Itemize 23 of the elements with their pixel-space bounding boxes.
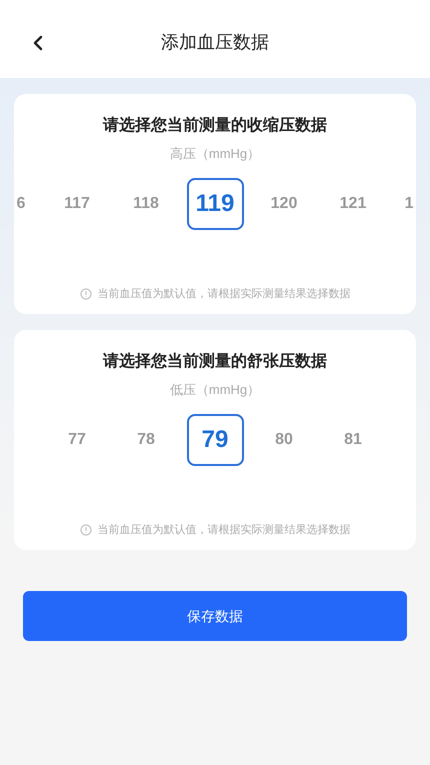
- value-option[interactable]: 79: [186, 414, 244, 466]
- unit-label: 高压（mmHg）: [170, 145, 260, 163]
- value-option[interactable]: 118: [133, 178, 159, 230]
- picker-title: 请选择您当前测量的收缩压数据: [103, 115, 327, 136]
- hint-text: 当前血压值为默认值，请根据实际测量结果选择数据: [98, 522, 350, 538]
- value-option[interactable]: 77: [68, 414, 86, 466]
- save-button[interactable]: 保存数据: [23, 591, 407, 641]
- value-option[interactable]: 81: [344, 414, 362, 466]
- hint-text: 当前血压值为默认值，请根据实际测量结果选择数据: [98, 286, 350, 302]
- value-option[interactable]: 120: [270, 178, 298, 230]
- info-icon: [80, 288, 92, 300]
- value-option[interactable]: 119: [186, 178, 244, 230]
- value-option[interactable]: 121: [340, 178, 366, 230]
- value-option[interactable]: 1: [388, 192, 416, 216]
- picker-title: 请选择您当前测量的舒张压数据: [103, 352, 327, 372]
- back-icon: [32, 35, 44, 51]
- page-title: 添加血压数据: [161, 30, 269, 54]
- unit-label: 低压（mmHg）: [170, 381, 260, 399]
- value-option[interactable]: 80: [275, 414, 293, 466]
- value-option[interactable]: 117: [64, 178, 90, 230]
- info-icon: [80, 524, 92, 536]
- value-option[interactable]: 6: [14, 192, 42, 216]
- value-option[interactable]: 78: [137, 414, 155, 466]
